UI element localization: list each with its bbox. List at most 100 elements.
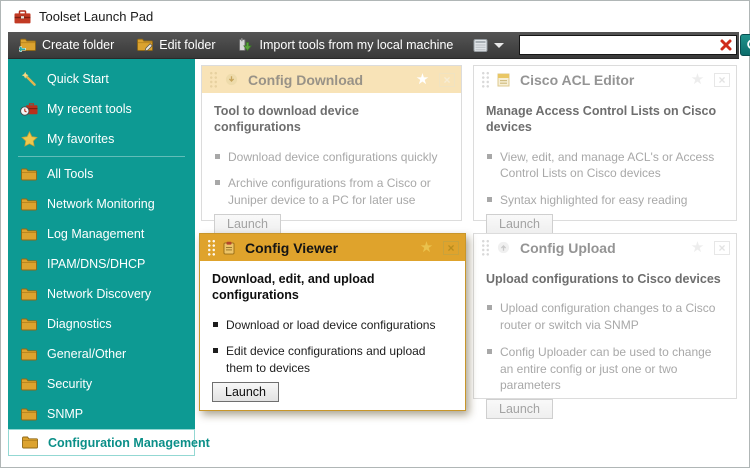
sidebar-item-label: Network Monitoring xyxy=(47,197,155,211)
drag-handle-icon[interactable] xyxy=(207,239,216,256)
sidebar-item-label: My recent tools xyxy=(47,102,132,116)
card-body: Tool to download device configurations D… xyxy=(202,93,461,256)
folder-icon xyxy=(20,198,38,211)
search-box xyxy=(519,34,750,56)
sidebar-item-ipam-dns-dhcp[interactable]: IPAM/DNS/DHCP xyxy=(8,249,195,279)
card-title: Config Download xyxy=(248,71,364,88)
sidebar-item-log-management[interactable]: Log Management xyxy=(8,219,195,249)
search-icon xyxy=(746,38,750,53)
card-bullet: Archive configurations from a Cisco or J… xyxy=(214,175,449,209)
favorite-star-icon[interactable]: ★ xyxy=(688,72,707,87)
sidebar-item-label: Security xyxy=(47,377,93,391)
sidebar-item-label: My favorites xyxy=(47,132,115,146)
favorites-star-icon xyxy=(20,131,38,147)
tool-card-config-viewer: Config Viewer ★ × Download, edit, and up… xyxy=(199,233,466,411)
launch-button[interactable]: Launch xyxy=(212,381,280,402)
favorite-star-icon[interactable]: ★ xyxy=(688,240,707,255)
sidebar-item-label: Network Discovery xyxy=(47,287,152,301)
sidebar-item-my-recent-tools[interactable]: My recent tools xyxy=(8,94,195,124)
card-header[interactable]: Config Download ★ × xyxy=(202,66,461,93)
card-bullet: Download or load device configurations xyxy=(212,317,453,334)
folder-icon xyxy=(20,378,38,391)
config-upload-icon xyxy=(497,241,510,254)
close-icon[interactable]: × xyxy=(439,72,455,87)
create-folder-icon xyxy=(17,38,36,52)
edit-folder-button[interactable]: Edit folder xyxy=(125,32,226,58)
sidebar-item-network-monitoring[interactable]: Network Monitoring xyxy=(8,189,195,219)
launch-button[interactable]: Launch xyxy=(214,213,282,234)
search-button[interactable] xyxy=(740,34,750,56)
sidebar-item-label: Diagnostics xyxy=(47,317,112,331)
card-bullet: Config Uploader can be used to change an… xyxy=(486,344,724,394)
bullet-marker xyxy=(215,180,220,186)
edit-folder-icon xyxy=(136,38,154,52)
close-icon[interactable]: × xyxy=(714,240,730,255)
card-bullet: Edit device configurations and upload th… xyxy=(212,343,453,377)
card-heading: Upload configurations to Cisco devices xyxy=(486,272,721,286)
toolbox-icon xyxy=(14,9,31,24)
bullet-marker xyxy=(487,153,492,159)
sidebar-item-label: Configuration Management xyxy=(48,435,210,450)
card-heading: Download, edit, and upload configuration… xyxy=(212,272,375,303)
favorite-star-icon[interactable]: ★ xyxy=(417,240,436,255)
card-body: Download, edit, and upload configuration… xyxy=(200,261,465,432)
sidebar-item-quick-start[interactable]: Quick Start xyxy=(8,64,195,94)
folder-icon xyxy=(20,348,38,361)
folder-icon xyxy=(20,288,38,301)
folder-icon xyxy=(20,408,38,421)
drag-handle-icon[interactable] xyxy=(209,71,218,88)
sidebar-item-my-favorites[interactable]: My favorites xyxy=(8,124,195,154)
bullet-marker xyxy=(487,348,492,354)
drag-handle-icon[interactable] xyxy=(481,71,490,88)
create-folder-label: Create folder xyxy=(42,38,115,52)
card-bullet: Download device configurations quickly xyxy=(214,149,449,166)
create-folder-button[interactable]: Create folder xyxy=(8,32,125,58)
sidebar-item-configuration-management[interactable]: Configuration Management xyxy=(8,429,210,456)
sidebar-item-label: IPAM/DNS/DHCP xyxy=(47,257,146,271)
close-icon[interactable]: × xyxy=(443,240,459,255)
sidebar-item-label: General/Other xyxy=(47,347,127,361)
bullet-marker xyxy=(487,197,492,203)
folder-icon xyxy=(20,318,38,331)
card-bullet: Upload configuration changes to a Cisco … xyxy=(486,300,724,334)
import-tools-icon xyxy=(238,37,254,53)
launch-button[interactable]: Launch xyxy=(486,213,554,234)
folder-icon xyxy=(21,436,39,449)
launch-button[interactable]: Launch xyxy=(486,399,554,420)
close-icon[interactable]: × xyxy=(714,72,730,87)
drag-handle-icon[interactable] xyxy=(481,239,490,256)
sidebar-item-label: All Tools xyxy=(47,167,94,181)
clear-search-icon[interactable] xyxy=(719,38,733,52)
edit-folder-label: Edit folder xyxy=(159,38,216,52)
search-input[interactable] xyxy=(520,36,737,54)
bullet-marker xyxy=(213,321,218,327)
sidebar-item-general-other[interactable]: General/Other xyxy=(8,339,195,369)
card-header[interactable]: Config Upload ★ × xyxy=(474,234,736,261)
card-header[interactable]: Config Viewer ★ × xyxy=(200,234,465,261)
card-heading: Tool to download device configurations xyxy=(214,104,359,135)
config-viewer-icon xyxy=(223,241,235,255)
sidebar-item-all-tools[interactable]: All Tools xyxy=(8,159,195,189)
wand-icon xyxy=(20,71,38,87)
card-title: Config Upload xyxy=(520,239,616,256)
sidebar-item-security[interactable]: Security xyxy=(8,369,195,399)
toolbar: Create folder Edit folder Import tools f… xyxy=(8,32,750,59)
tool-cards-area: Config Download ★ × Tool to download dev… xyxy=(199,65,737,420)
favorite-star-icon[interactable]: ★ xyxy=(413,72,432,87)
bullet-marker xyxy=(215,153,220,159)
chevron-down-icon xyxy=(494,42,505,48)
view-options-dropdown[interactable] xyxy=(464,32,513,58)
search-input-wrap xyxy=(519,35,738,55)
sidebar-item-diagnostics[interactable]: Diagnostics xyxy=(8,309,195,339)
import-tools-button[interactable]: Import tools from my local machine xyxy=(227,32,465,58)
tool-card-config-upload: Config Upload ★ × Upload configurations … xyxy=(473,233,737,420)
sidebar-item-network-discovery[interactable]: Network Discovery xyxy=(8,279,195,309)
title-bar: Toolset Launch Pad xyxy=(1,1,749,32)
card-header[interactable]: Cisco ACL Editor ★ × xyxy=(474,66,736,93)
recent-tools-icon xyxy=(20,102,38,116)
card-body: Upload configurations to Cisco devices U… xyxy=(474,261,736,439)
card-bullet: View, edit, and manage ACL's or Access C… xyxy=(486,149,724,183)
sidebar-item-label: SNMP xyxy=(47,407,84,421)
sidebar-item-snmp[interactable]: SNMP xyxy=(8,399,195,429)
card-title: Cisco ACL Editor xyxy=(520,71,635,88)
